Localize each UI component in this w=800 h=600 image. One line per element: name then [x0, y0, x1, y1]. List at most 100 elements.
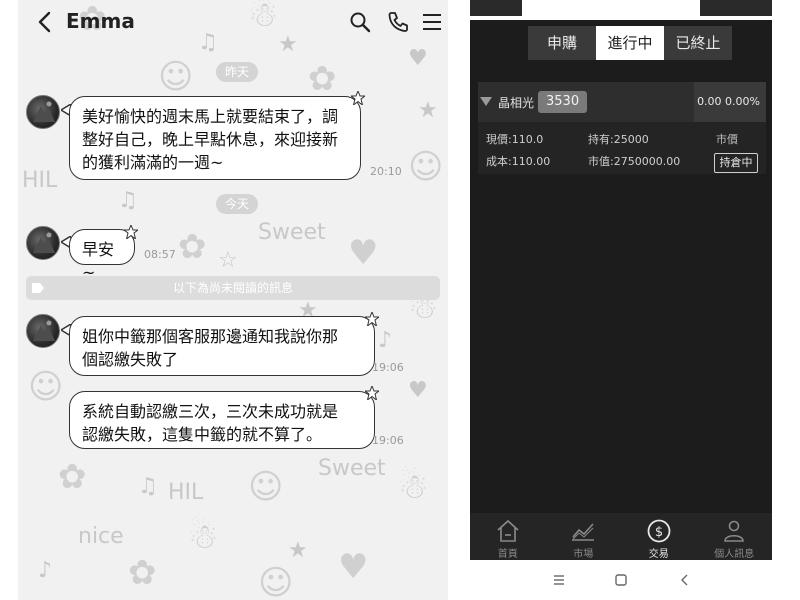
holding-row: 持有:25000 [588, 131, 649, 147]
position-card-header[interactable]: 晶相光 3530 0.00 0.00% [478, 82, 766, 122]
current-price-value: 110.0 [511, 133, 544, 146]
current-price-row: 現價:110.0 [486, 131, 543, 147]
order-status-segmented-control: 申購 進行中 已終止 [528, 26, 732, 60]
wallpaper-doodle: ✿ [178, 227, 207, 267]
back-arrow-icon[interactable] [34, 10, 56, 34]
wallpaper-doodle: ☺ [158, 57, 194, 97]
wallpaper-doodle: ♥ [348, 233, 379, 273]
wallpaper-doodle: ☺ [408, 147, 444, 187]
holding-value: 25000 [613, 133, 649, 146]
back-icon[interactable] [678, 573, 692, 587]
chat-screen: ✿ ☃ ★ ♫ ☺ ✿ ♥ ★ ☺ HIL ♫ Sweet ♥ ✿ ☆ ★ ☃ … [18, 0, 448, 600]
wallpaper-doodle: ✿ [58, 457, 87, 497]
price-type-label: 市價 [716, 133, 738, 146]
date-separator: 今天 [216, 194, 259, 214]
stock-name: 晶相光 [498, 96, 535, 110]
trading-app-screen: 申購 進行中 已終止 晶相光 3530 0.00 0.00% 現價:110.0 … [470, 0, 772, 600]
wallpaper-doodle: ♫ [118, 188, 138, 213]
tab-home[interactable]: 首頁 [470, 513, 546, 560]
wallpaper-doodle: nice [78, 524, 124, 549]
tab-label: 首頁 [497, 549, 518, 560]
wallpaper-doodle: ✿ [128, 553, 157, 593]
star-sticker-icon [351, 91, 365, 105]
bottom-tab-bar: 首頁 市場 $ 交易 個人訊息 [470, 513, 772, 560]
wallpaper-doodle: ♥ [338, 547, 369, 587]
status-bar [470, 0, 772, 20]
cost-label: 成本: [486, 155, 512, 168]
wallpaper-doodle: ☺ [258, 563, 294, 600]
tab-label: 市場 [573, 549, 594, 560]
wallpaper-doodle: HIL [168, 480, 204, 505]
tab-in-progress[interactable]: 進行中 [596, 26, 664, 60]
message-time: 08:57 [144, 248, 176, 261]
avatar[interactable] [26, 314, 60, 348]
wallpaper-doodle: Sweet [258, 220, 326, 245]
home-button-icon[interactable] [614, 573, 628, 587]
tab-profile[interactable]: 個人訊息 [697, 513, 773, 560]
cost-value: 110.00 [511, 155, 551, 168]
home-icon [497, 519, 519, 542]
contact-name: Emma [66, 9, 135, 33]
dollar-coin-icon: $ [647, 519, 671, 543]
user-profile-icon [724, 520, 745, 542]
star-sticker-icon [365, 312, 379, 326]
tab-trade[interactable]: $ 交易 [621, 513, 697, 560]
wallpaper-doodle: ☃ [188, 517, 219, 557]
tab-label: 交易 [648, 549, 669, 560]
recent-apps-icon[interactable] [552, 573, 566, 587]
wallpaper-doodle: ★ [288, 538, 308, 563]
search-icon[interactable] [348, 10, 372, 34]
wallpaper-doodle: Sweet [318, 456, 386, 481]
menu-icon[interactable] [420, 10, 444, 34]
tag-icon [32, 283, 44, 293]
wallpaper-doodle: ♥ [408, 46, 428, 71]
status-redacted-area [700, 0, 772, 16]
chat-header: Emma [18, 0, 448, 44]
wallpaper-doodle: ♪ [38, 558, 53, 583]
wallpaper-doodle: ♪ [378, 328, 393, 353]
tab-terminated[interactable]: 已終止 [664, 26, 732, 60]
wallpaper-doodle: ☺ [28, 367, 64, 407]
unread-notice: 以下為尚未閱讀的訊息 [172, 281, 293, 295]
message-time: 20:10 [370, 165, 402, 178]
tab-label: 個人訊息 [714, 549, 755, 560]
avatar[interactable] [26, 226, 60, 260]
wallpaper-doodle: ♫ [138, 474, 158, 499]
wallpaper-doodle: ☆ [218, 248, 238, 273]
holding-label: 持有: [588, 133, 614, 146]
wallpaper-doodle: HIL [22, 168, 58, 193]
message-bubble[interactable]: 美好愉快的週末馬上就要結束了，調 整好自己，晚上早點休息，來迎接新 的獲利滿滿的… [69, 96, 361, 180]
star-sticker-icon [365, 386, 379, 400]
holding-status-badge[interactable]: 持倉中 [714, 153, 758, 173]
current-price-label: 現價: [486, 133, 512, 146]
avatar-photo-icon [33, 320, 55, 341]
avatar-photo-icon [33, 101, 55, 122]
date-separator: 昨天 [216, 62, 259, 82]
tab-subscribe[interactable]: 申購 [528, 26, 596, 60]
cost-row: 成本:110.00 [486, 153, 550, 169]
collapse-triangle-icon[interactable] [480, 97, 492, 107]
wallpaper-doodle: ☺ [248, 467, 284, 507]
price-change: 0.00 0.00% [697, 95, 760, 108]
system-navigation-bar [470, 560, 772, 600]
svg-text:$: $ [655, 525, 663, 540]
avatar[interactable] [26, 95, 60, 129]
position-card[interactable]: 晶相光 3530 0.00 0.00% 現價:110.0 持有:25000 市價… [478, 82, 766, 174]
market-value-label: 市值: [588, 155, 614, 168]
star-sticker-icon [124, 225, 138, 239]
unread-divider: 以下為尚未閱讀的訊息 [26, 276, 440, 300]
stock-code-badge: 3530 [538, 91, 588, 113]
phone-call-icon[interactable] [386, 10, 410, 34]
wallpaper-doodle: ✿ [308, 59, 337, 99]
market-value: 2750000.00 [613, 155, 681, 168]
wallpaper-doodle: ★ [418, 98, 438, 123]
message-time: 19:06 [372, 361, 404, 374]
message-bubble[interactable]: 姐你中籤那個客服那邊通知我說你那 個認繳失敗了 [69, 316, 375, 376]
avatar-photo-icon [33, 232, 55, 253]
market-chart-icon [572, 523, 595, 541]
message-time: 19:06 [372, 434, 404, 447]
message-bubble[interactable]: 系統自動認繳三次，三次未成功就是 認繳失敗，這隻中籤的就不算了。 [69, 391, 375, 449]
tab-market[interactable]: 市場 [546, 513, 622, 560]
status-redacted-area [470, 0, 522, 16]
market-value-row: 市值:2750000.00 [588, 153, 680, 169]
